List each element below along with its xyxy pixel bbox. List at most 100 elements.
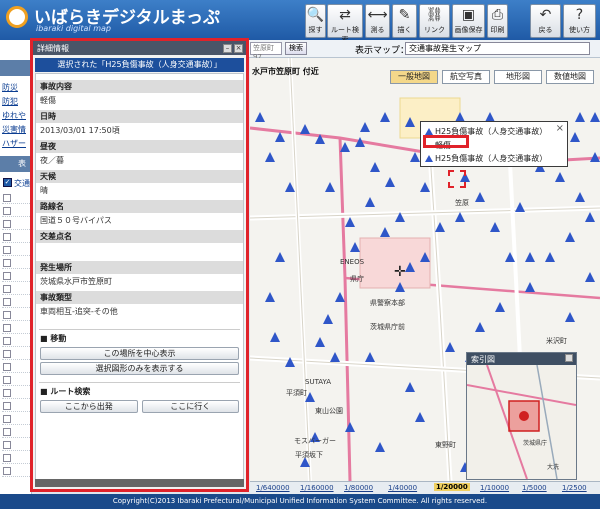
- layer-row-checkbox[interactable]: [3, 311, 11, 319]
- sidebar-item-bousai[interactable]: 防災: [2, 82, 18, 93]
- go-here-button[interactable]: ここに行く: [141, 400, 239, 413]
- sidebar-layer-row[interactable]: [2, 296, 30, 308]
- sidebar-layer-row[interactable]: [2, 387, 30, 399]
- popup-row-3[interactable]: H25負傷事故（人身交通事故）: [435, 153, 547, 164]
- field-label: 昼夜: [36, 140, 243, 153]
- detail-panel: 詳細情報 – × 選択された「H25負傷事故（人身交通事故）」 事故内容 軽傷 日時 2…: [30, 38, 249, 492]
- scale-option[interactable]: 1/80000: [344, 484, 373, 492]
- sidebar-layer-row[interactable]: [2, 322, 30, 334]
- sidebar-layer-row[interactable]: [2, 361, 30, 373]
- sidebar-layer-row[interactable]: [2, 439, 30, 451]
- sidebar-layer-row[interactable]: [2, 231, 30, 243]
- sidebar-layer-row[interactable]: [2, 283, 30, 295]
- layer-row-checkbox[interactable]: [3, 428, 11, 436]
- sidebar-item-saigai[interactable]: 災害情: [2, 124, 26, 135]
- layer-row-checkbox[interactable]: [3, 337, 11, 345]
- index-minimize-icon[interactable]: [565, 354, 573, 362]
- show-selection-only-button[interactable]: 選択図形のみを表示する: [40, 362, 239, 375]
- sidebar-layer-row[interactable]: [2, 335, 30, 347]
- popup-close-icon[interactable]: ×: [556, 123, 564, 134]
- layer-row-checkbox[interactable]: [3, 467, 11, 475]
- layer-row-checkbox[interactable]: [3, 376, 11, 384]
- scale-option[interactable]: 1/20000: [434, 483, 470, 491]
- index-map-canvas[interactable]: 茨城県庁 大洗: [467, 365, 576, 479]
- layer-row-checkbox[interactable]: [3, 272, 11, 280]
- toolbar-button-save-image[interactable]: ▣ 画像保存: [452, 4, 485, 38]
- display-map-label: 表示マップ：: [355, 46, 410, 56]
- layer-row-checkbox[interactable]: [3, 363, 11, 371]
- layer-row-checkbox[interactable]: [3, 220, 11, 228]
- layer-row-checkbox[interactable]: [3, 402, 11, 410]
- route-icon: ⇄: [339, 7, 351, 23]
- detail-panel-resize-handle[interactable]: [35, 479, 244, 487]
- layer-row-checkbox[interactable]: [3, 324, 11, 332]
- index-map[interactable]: 索引図 茨城県庁 大洗: [466, 352, 577, 480]
- toolbar-button-measure[interactable]: ⟷ 測る: [365, 4, 390, 38]
- search-button[interactable]: 検索: [285, 42, 307, 55]
- scale-option[interactable]: 1/10000: [480, 484, 509, 492]
- index-map-title-text: 索引図: [471, 355, 495, 364]
- toolbar-button-back[interactable]: ↶ 戻る: [530, 4, 561, 38]
- sidebar-layer-row[interactable]: [2, 426, 30, 438]
- layer-row-checkbox[interactable]: [3, 233, 11, 241]
- sidebar-layer-row[interactable]: [2, 218, 30, 230]
- layer-row-checkbox[interactable]: [3, 285, 11, 293]
- sidebar-layer-row[interactable]: [2, 452, 30, 464]
- layer-row-checkbox[interactable]: [3, 298, 11, 306]
- layer-checkbox[interactable]: ✓: [3, 178, 12, 187]
- toolbar-button-label: リンク: [424, 26, 445, 34]
- sidebar-layer-row[interactable]: [2, 309, 30, 321]
- sidebar-layer-row[interactable]: [2, 257, 30, 269]
- layer-row-checkbox[interactable]: [3, 350, 11, 358]
- scale-option[interactable]: 1/2500: [562, 484, 587, 492]
- scale-option[interactable]: 1/40000: [388, 484, 417, 492]
- toolbar-button-print[interactable]: ⎙ 印刷: [487, 4, 508, 38]
- start-from-here-button[interactable]: ここから出発: [40, 400, 138, 413]
- sidebar-layer-row[interactable]: [2, 374, 30, 386]
- toolbar-button-route[interactable]: ⇄ルート検索: [327, 4, 363, 44]
- scale-selector: 1/640000 1/160000 1/80000 1/40000 1/20000 1/1…: [250, 481, 600, 494]
- sidebar-layer-row[interactable]: [2, 465, 30, 477]
- sidebar-layer-row[interactable]: [2, 413, 30, 425]
- toolbar-button-help[interactable]: ? 使い方: [563, 4, 596, 38]
- sidebar-layer-row[interactable]: [2, 270, 30, 282]
- layer-row-checkbox[interactable]: [3, 246, 11, 254]
- layer-row-checkbox[interactable]: [3, 454, 11, 462]
- tab-general-map[interactable]: 一般地図: [390, 70, 438, 84]
- sidebar-layer-row[interactable]: [2, 244, 30, 256]
- display-map-select[interactable]: 交通事故発生マップ: [405, 42, 590, 55]
- index-label-oarai: 大洗: [547, 463, 559, 471]
- route-section-title: ■ ルート検索: [40, 387, 91, 396]
- app-logo-sub: ibaraki digital map: [36, 24, 111, 33]
- tab-aerial-photo[interactable]: 航空写真: [442, 70, 490, 84]
- scale-option[interactable]: 1/5000: [522, 484, 547, 492]
- toolbar-button-label: 戻る: [538, 26, 553, 34]
- field-value: 茨城県水戸市笠原町: [40, 277, 112, 286]
- tab-digital-map[interactable]: 数値地図: [546, 70, 594, 84]
- sidebar-layer-row[interactable]: [2, 192, 30, 204]
- scale-option[interactable]: 1/640000: [256, 484, 290, 492]
- toolbar-button-search[interactable]: 🔍 探す: [305, 4, 326, 38]
- sidebar-layer-row[interactable]: [2, 205, 30, 217]
- address-input[interactable]: 笠原町97: [250, 42, 282, 61]
- tab-topographic[interactable]: 地形図: [494, 70, 542, 84]
- layer-row-checkbox[interactable]: [3, 194, 11, 202]
- sidebar-item-hazard[interactable]: ハザー: [2, 138, 26, 149]
- sidebar-item-bouhan[interactable]: 防犯: [2, 96, 18, 107]
- sidebar-layer-row[interactable]: [2, 400, 30, 412]
- sidebar-item-yure[interactable]: ゆれや: [2, 110, 26, 121]
- layer-row-checkbox[interactable]: [3, 259, 11, 267]
- layer-row-checkbox[interactable]: [3, 415, 11, 423]
- sidebar-layer-row[interactable]: [2, 348, 30, 360]
- panel-minimize-icon[interactable]: –: [223, 44, 232, 53]
- toolbar-button-link[interactable]: ⛓ リンク: [419, 4, 450, 38]
- toolbar-button-draw[interactable]: ✎ 描く: [392, 4, 417, 38]
- layer-row-checkbox[interactable]: [3, 441, 11, 449]
- panel-close-icon[interactable]: ×: [234, 44, 243, 53]
- layer-row-checkbox[interactable]: [3, 207, 11, 215]
- layer-row-checkbox[interactable]: [3, 389, 11, 397]
- toolbar-button-label: 印刷: [490, 26, 505, 34]
- center-here-button[interactable]: この場所を中心表示: [40, 347, 239, 360]
- map-selection-marker[interactable]: [448, 170, 466, 188]
- scale-option[interactable]: 1/160000: [300, 484, 334, 492]
